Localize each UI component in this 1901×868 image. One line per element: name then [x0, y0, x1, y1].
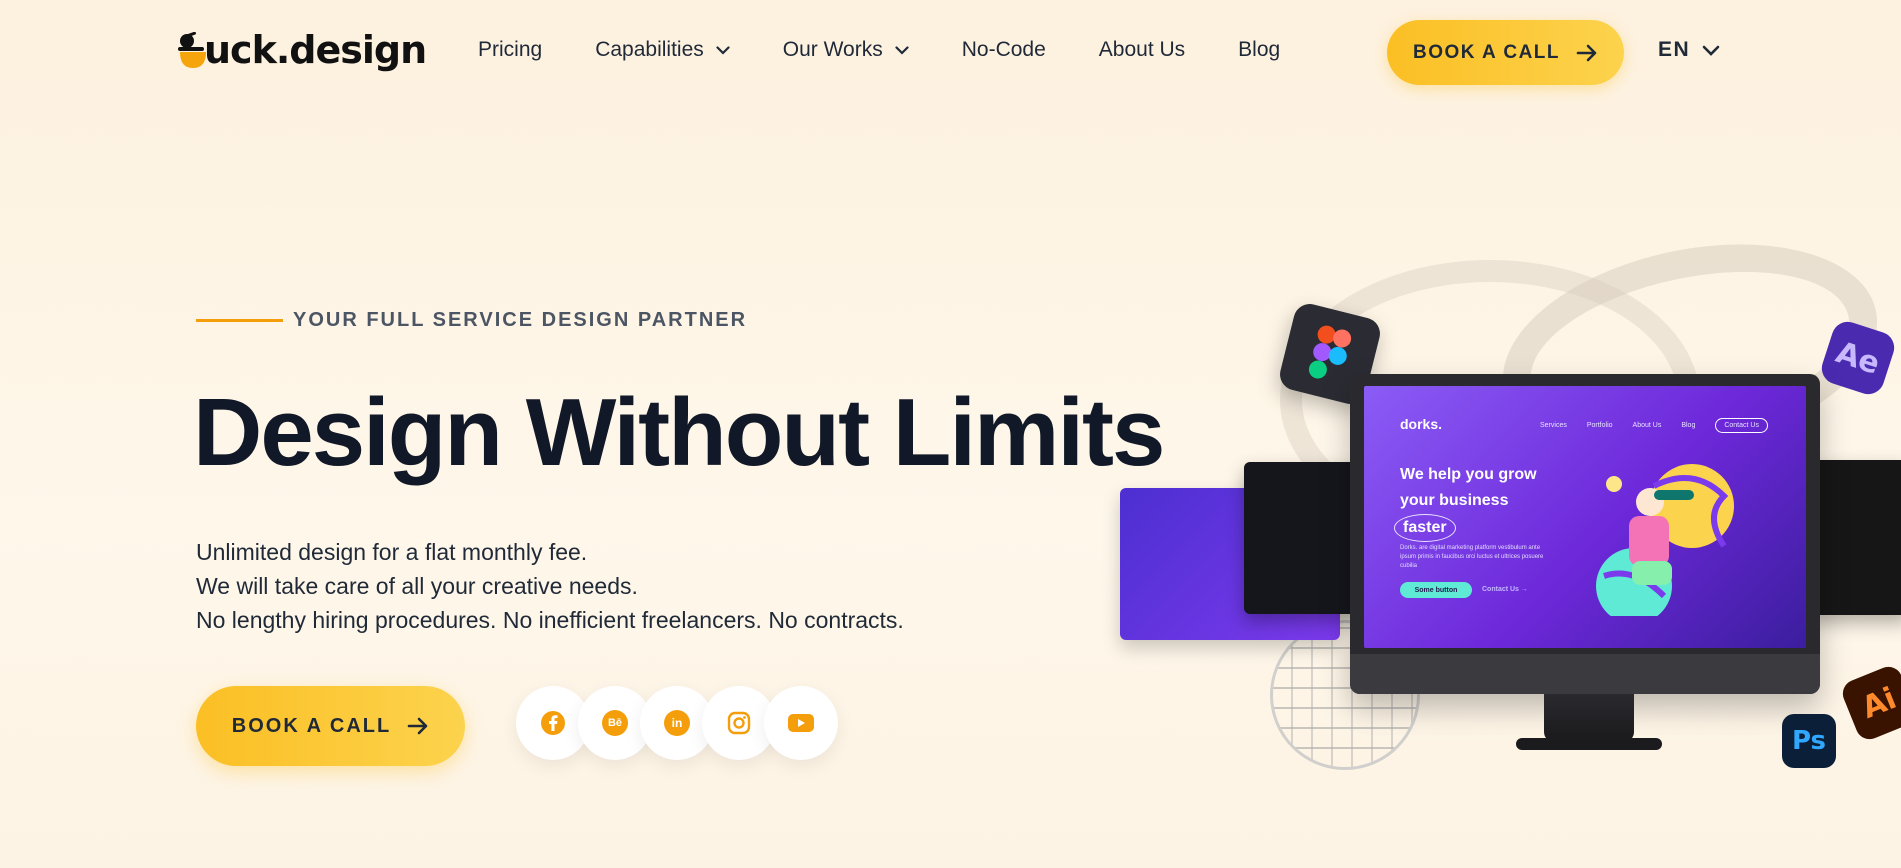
nav-item-capabilities[interactable]: Capabilities — [595, 38, 730, 62]
top-nav: uck.design Pricing Capabilities Our Work… — [0, 0, 1901, 104]
hero-headline: Design Without Limits — [193, 379, 1165, 486]
logo[interactable]: uck.design — [176, 28, 427, 72]
youtube-link[interactable] — [764, 686, 838, 760]
screen-nav-pill: Contact Us — [1715, 418, 1768, 433]
button-label: BOOK A CALL — [231, 714, 392, 737]
logo-text: uck.design — [204, 28, 427, 72]
monitor: dorks. Services Portfolio About Us Blog … — [1350, 374, 1820, 694]
eyebrow: YOUR FULL SERVICE DESIGN PARTNER — [196, 309, 747, 332]
screen-nav: Services Portfolio About Us Blog Contact… — [1540, 418, 1788, 433]
screen-headline-line: We help you grow — [1400, 466, 1537, 483]
screen-button: Some button — [1400, 582, 1472, 598]
book-call-button-nav[interactable]: BOOK A CALL — [1387, 20, 1624, 85]
linkedin-icon: in — [664, 710, 690, 736]
language-selector[interactable]: EN — [1658, 38, 1720, 62]
nav-item-no-code[interactable]: No-Code — [962, 38, 1046, 62]
nav-item-our-works[interactable]: Our Works — [783, 38, 909, 62]
behance-icon: Bē — [602, 710, 628, 736]
screen-headline: We help you grow your business faster — [1394, 462, 1537, 542]
instagram-icon — [727, 711, 751, 735]
screen-link: Contact Us → — [1482, 586, 1528, 593]
screen-logo: dorks. — [1400, 416, 1443, 432]
nav-item-blog[interactable]: Blog — [1238, 38, 1280, 62]
book-call-button-hero[interactable]: BOOK A CALL — [196, 686, 465, 766]
illustrator-icon: Ai — [1838, 662, 1901, 744]
hero-line: Unlimited design for a flat monthly fee. — [196, 539, 588, 565]
screen-subtext: Dorks. are digital marketing platform ve… — [1400, 545, 1544, 569]
eyebrow-text: YOUR FULL SERVICE DESIGN PARTNER — [293, 309, 748, 331]
hero-illustration: Ae dorks. Services Portfolio About Us Bl… — [1120, 212, 1901, 780]
nav-label: Our Works — [782, 38, 883, 61]
nav-item-about-us[interactable]: About Us — [1099, 38, 1185, 62]
social-links: Bē in — [516, 686, 838, 760]
monitor-screen: dorks. Services Portfolio About Us Blog … — [1364, 386, 1806, 648]
screen-nav-item: Blog — [1681, 422, 1696, 429]
arrow-right-icon — [407, 717, 428, 735]
chevron-down-icon — [1702, 45, 1720, 56]
nav-label: No-Code — [961, 38, 1046, 61]
monitor-stand — [1544, 694, 1634, 742]
character-illustration — [1596, 464, 1734, 616]
chevron-down-icon — [895, 45, 909, 55]
screen-headline-line: faster — [1394, 514, 1456, 542]
screen-nav-item: Services — [1540, 422, 1567, 429]
photoshop-icon: Ps — [1782, 714, 1836, 768]
youtube-icon — [788, 714, 814, 732]
eyebrow-line — [196, 319, 283, 322]
nav-label: About Us — [1098, 38, 1186, 61]
screen-nav-item: About Us — [1632, 422, 1662, 429]
nav-label: Pricing — [478, 38, 543, 61]
monitor-stand-base — [1516, 738, 1662, 750]
arrow-right-icon — [1576, 44, 1597, 61]
chevron-down-icon — [716, 45, 730, 55]
landing-page: uck.design Pricing Capabilities Our Work… — [0, 0, 1901, 868]
hero-line: No lengthy hiring procedures. No ineffic… — [196, 607, 904, 633]
screen-nav-item: Portfolio — [1586, 422, 1613, 429]
button-label: BOOK A CALL — [1412, 41, 1561, 63]
main-nav: Pricing Capabilities Our Works No-Code A… — [478, 38, 1333, 62]
monitor-chin — [1350, 654, 1820, 694]
nav-label: Capabilities — [595, 38, 704, 61]
hero-line: We will take care of all your creative n… — [196, 573, 638, 599]
hero-description: Unlimited design for a flat monthly fee.… — [196, 535, 904, 637]
mockup-card — [1810, 460, 1901, 615]
nav-label: Blog — [1238, 38, 1281, 61]
duck-logo-icon — [176, 31, 206, 68]
screen-headline-line: your business — [1400, 492, 1509, 509]
language-label: EN — [1658, 38, 1691, 61]
facebook-icon — [541, 711, 565, 735]
nav-item-pricing[interactable]: Pricing — [478, 38, 542, 62]
